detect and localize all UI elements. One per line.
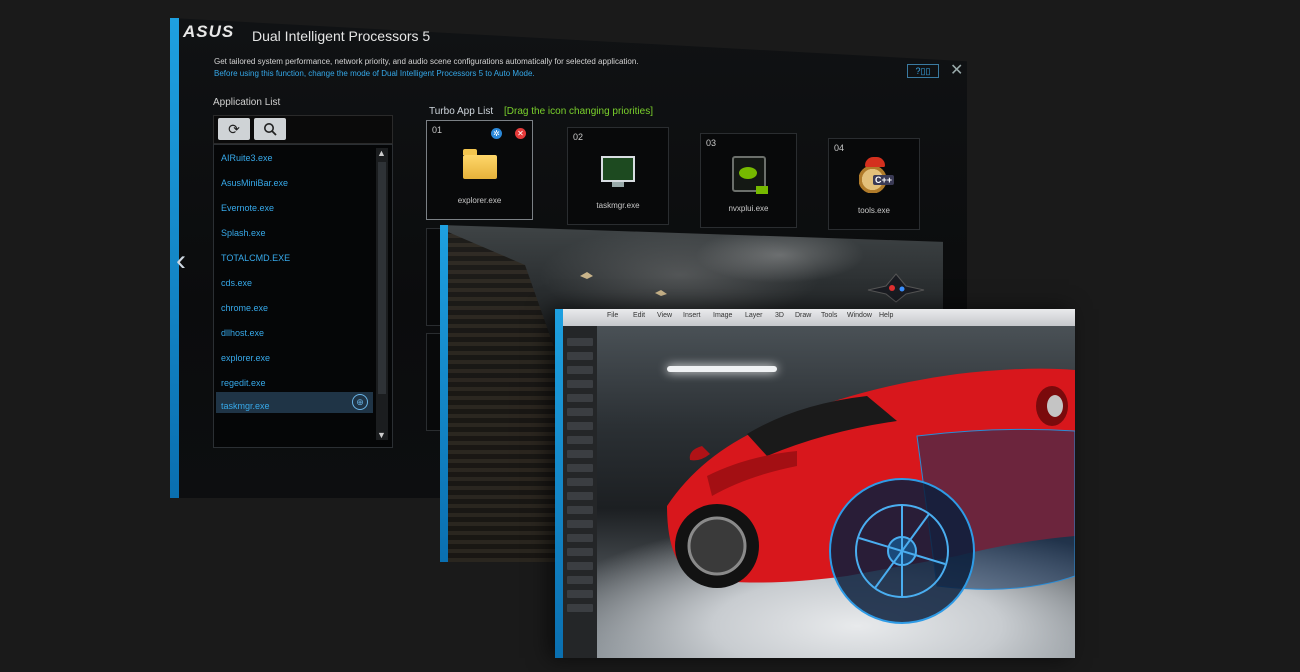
tile-app-name: explorer.exe [457, 196, 502, 205]
add-to-turbo-icon[interactable]: ⊕ [352, 394, 368, 410]
menu-window[interactable]: Window [847, 312, 872, 319]
tile-app-name: nvxplui.exe [728, 204, 769, 213]
scrollbar-thumb[interactable] [378, 162, 386, 394]
sports-car-render [667, 368, 1075, 624]
tool-button[interactable] [567, 394, 593, 402]
folder-icon [462, 149, 497, 179]
help-icon[interactable]: ?▯▯ [907, 64, 939, 78]
small-ships-image [580, 272, 667, 296]
tool-button[interactable] [567, 408, 593, 416]
tool-button[interactable] [567, 562, 593, 570]
tool-button[interactable] [567, 366, 593, 374]
settings-icon[interactable]: ✲ [491, 128, 502, 139]
menu-image[interactable]: Image [713, 312, 732, 319]
turbo-app-list-label: Turbo App List [429, 106, 494, 117]
list-item[interactable]: AIRuite3.exe [221, 153, 273, 163]
tool-button[interactable] [567, 492, 593, 500]
3d-window-accent-bar [555, 309, 563, 658]
menu-3d[interactable]: 3D [775, 312, 784, 319]
helmet-icon: C++ [859, 157, 895, 193]
monitor-icon [601, 156, 635, 187]
tool-button[interactable] [567, 436, 593, 444]
list-item[interactable]: explorer.exe [221, 353, 270, 363]
list-item[interactable]: dllhost.exe [221, 328, 264, 338]
list-item[interactable]: chrome.exe [221, 303, 268, 313]
tool-button[interactable] [567, 380, 593, 388]
tool-button[interactable] [567, 534, 593, 542]
list-item[interactable]: AsusMiniBar.exe [221, 178, 288, 188]
tool-button[interactable] [567, 590, 593, 598]
menu-tools[interactable]: Tools [821, 312, 837, 319]
list-item[interactable]: Splash.exe [221, 228, 266, 238]
menu-layer[interactable]: Layer [745, 312, 763, 319]
spaceship-image [867, 273, 925, 303]
turbo-hint: [Drag the icon changing priorities] [504, 106, 653, 117]
tool-button[interactable] [567, 520, 593, 528]
window-title: Dual Intelligent Processors 5 [252, 28, 431, 44]
turbo-tile-1[interactable]: 01 ✲ ✕ explorer.exe [426, 120, 533, 220]
3d-app-menubar: File Edit View Insert Image Layer 3D Dra… [563, 309, 1075, 326]
tile-number: 04 [834, 143, 845, 153]
list-item[interactable]: Evernote.exe [221, 203, 274, 213]
list-item[interactable]: TOTALCMD.EXE [221, 253, 290, 263]
turbo-tile-2[interactable]: 02 taskmgr.exe [567, 127, 669, 225]
list-item[interactable]: regedit.exe [221, 378, 266, 388]
turbo-tile-3[interactable]: 03 nvxplui.exe [700, 133, 797, 228]
list-scrollbar[interactable]: ▲ ▼ [376, 148, 388, 440]
auto-mode-note[interactable]: Before using this function, change the m… [214, 69, 734, 78]
game-window-accent-bar [440, 225, 448, 562]
tile-app-name: taskmgr.exe [596, 201, 640, 210]
menu-help[interactable]: Help [879, 312, 893, 319]
tool-button[interactable] [567, 478, 593, 486]
application-list-label: Application List [213, 97, 281, 108]
refresh-icon: ⟳ [228, 121, 240, 137]
list-item-selected[interactable]: taskmgr.exe [221, 401, 270, 411]
tool-button[interactable] [567, 422, 593, 430]
tool-button[interactable] [567, 352, 593, 360]
asus-logo: ASUS [183, 22, 235, 41]
list-item[interactable]: cds.exe [221, 278, 252, 288]
tool-button[interactable] [567, 548, 593, 556]
tile-number: 01 [432, 125, 443, 135]
tool-button[interactable] [567, 464, 593, 472]
list-toolbar: ⟳ [213, 115, 393, 144]
turbo-tile-4[interactable]: 04 C++ tools.exe [828, 138, 920, 230]
menu-view[interactable]: View [657, 312, 672, 319]
close-icon[interactable]: ✕ [950, 60, 963, 80]
3d-tool-palette [563, 326, 597, 658]
tool-button[interactable] [567, 604, 593, 612]
tool-button[interactable] [567, 450, 593, 458]
menu-insert[interactable]: Insert [683, 312, 701, 319]
search-button[interactable] [254, 118, 286, 140]
tool-button[interactable] [567, 576, 593, 584]
refresh-button[interactable]: ⟳ [218, 118, 250, 140]
tool-button[interactable] [567, 338, 593, 346]
tile-number: 03 [706, 138, 717, 148]
application-list: AIRuite3.exe AsusMiniBar.exe Evernote.ex… [213, 144, 393, 448]
scroll-down-icon[interactable]: ▼ [377, 430, 386, 440]
menu-file[interactable]: File [607, 312, 618, 319]
scroll-up-icon[interactable]: ▲ [377, 148, 386, 158]
nvidia-icon [731, 156, 768, 194]
menu-edit[interactable]: Edit [633, 312, 645, 319]
tile-app-name: tools.exe [857, 206, 891, 215]
description-text: Get tailored system performance, network… [214, 57, 639, 66]
tile-number: 02 [573, 132, 584, 142]
back-arrow-icon[interactable]: ‹ [176, 244, 186, 278]
search-icon [264, 123, 277, 136]
tool-button[interactable] [567, 506, 593, 514]
remove-icon[interactable]: ✕ [515, 128, 526, 139]
menu-draw[interactable]: Draw [795, 312, 811, 319]
